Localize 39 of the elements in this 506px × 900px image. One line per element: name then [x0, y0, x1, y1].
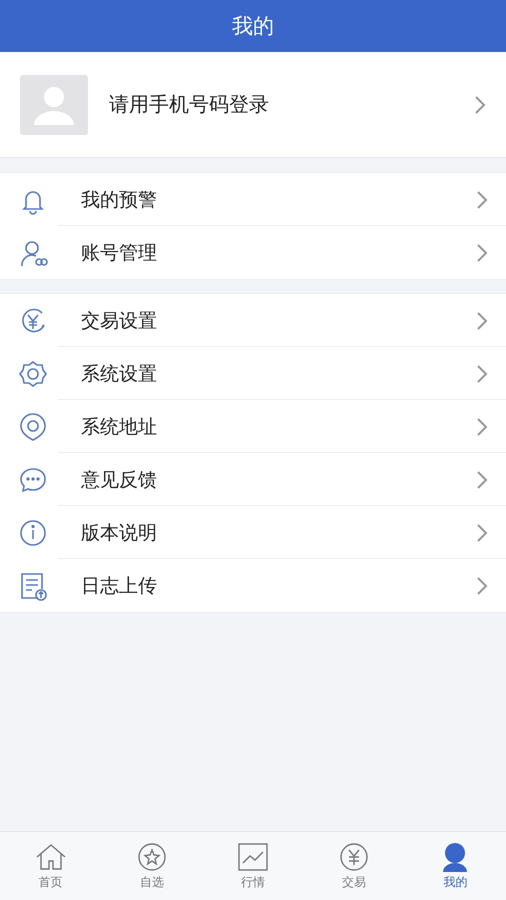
chevron-right-icon — [476, 470, 488, 490]
menu-label: 交易设置 — [81, 308, 158, 334]
menu-row[interactable]: 意见反馈 — [0, 453, 506, 506]
line-chart-icon — [236, 842, 270, 872]
tab[interactable]: 自选 — [101, 832, 202, 900]
settings-icon — [18, 358, 48, 388]
location-pin-icon — [18, 412, 48, 442]
menu-row[interactable]: 日志上传 — [0, 559, 506, 612]
menu-label: 账号管理 — [81, 240, 158, 266]
menu-row[interactable]: 系统地址 — [0, 400, 506, 453]
chevron-right-icon — [476, 364, 488, 384]
chevron-right-icon — [476, 522, 488, 542]
tab[interactable]: 交易 — [304, 832, 405, 900]
chevron-right-icon — [476, 190, 488, 210]
menu-label: 我的预警 — [81, 188, 158, 212]
tab[interactable]: 首页 — [0, 832, 102, 900]
avatar-icon — [20, 74, 88, 134]
chevron-right-icon — [476, 242, 488, 262]
chevron-right-icon — [476, 310, 488, 330]
page-title: 我的 — [232, 13, 274, 40]
tab[interactable]: 行情 — [202, 832, 304, 900]
login-prompt: 请用手机号码登录 — [109, 91, 270, 118]
login-row[interactable]: 请用手机号码登录 — [0, 52, 506, 158]
document-upload-icon — [18, 570, 48, 600]
menu-row[interactable]: 交易设置 — [0, 294, 506, 347]
menu-row[interactable]: 我的预警 — [0, 173, 506, 226]
menu-label: 日志上传 — [81, 574, 158, 598]
info-icon — [18, 518, 48, 548]
menu-row[interactable]: 账号管理 — [0, 226, 506, 279]
menu-row[interactable]: 系统设置 — [0, 347, 506, 400]
chevron-right-icon — [476, 576, 488, 596]
tab[interactable]: 我的 — [404, 832, 506, 900]
menu-row[interactable]: 版本说明 — [0, 506, 506, 559]
menu-label: 系统地址 — [81, 414, 158, 440]
menu-label: 意见反馈 — [81, 468, 158, 492]
chevron-right-icon — [476, 416, 488, 436]
menu-label: 系统设置 — [81, 362, 158, 386]
chevron-right-icon — [474, 94, 486, 114]
menu-label: 版本说明 — [81, 520, 158, 546]
